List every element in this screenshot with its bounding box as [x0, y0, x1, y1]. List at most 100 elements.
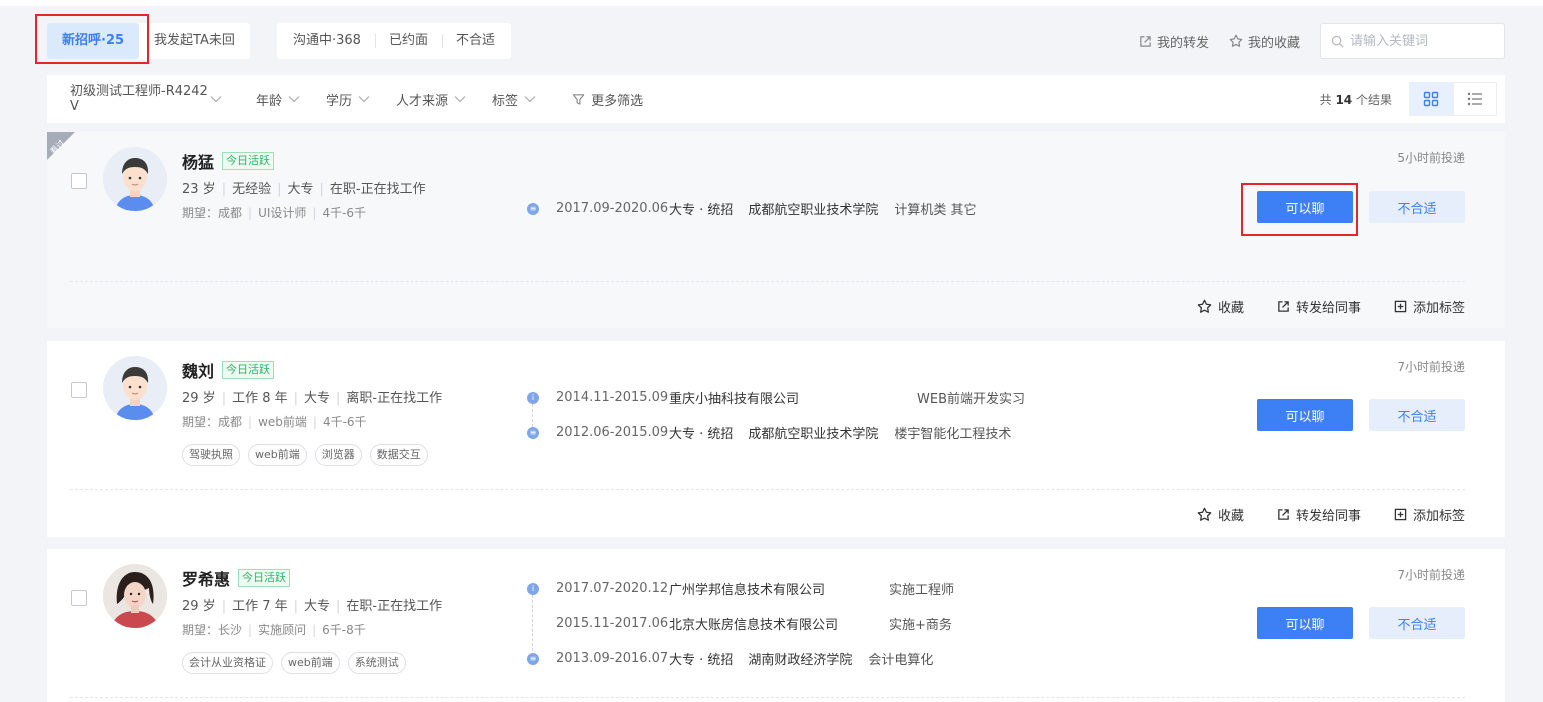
forward-to-colleague-button[interactable]: 转发给同事: [1277, 505, 1361, 524]
add-tag-icon: [1394, 300, 1407, 313]
source-filter[interactable]: 人才来源: [396, 90, 466, 109]
chevron-down-icon: [358, 96, 370, 103]
expect-salary: 4千-6千: [306, 204, 366, 221]
applied-time: 5小时前投递: [1397, 151, 1465, 165]
tag-filter[interactable]: 标签: [492, 90, 536, 109]
view-toggle: [1409, 82, 1497, 116]
education-icon: ≡: [527, 652, 539, 665]
card-actions: 收藏 转发给同事 添加标签: [1164, 297, 1465, 316]
candidate-card: 魏刘 今日活跃 29 岁 工作 8 年 大专 离职-正在找工作 期望：成都 we…: [47, 341, 1505, 537]
reject-button[interactable]: 不合适: [1369, 607, 1465, 639]
filter-bar: 初级测试工程师-R4242V 年龄 学历 人才来源 标签 更多筛选 共 14 个…: [47, 75, 1505, 123]
search-input[interactable]: [1350, 33, 1490, 49]
history-date: 2012.06-2015.09: [556, 425, 669, 440]
job-status: 离职-正在找工作: [330, 387, 442, 406]
avatar-photo: [103, 564, 167, 628]
job-filter-label: 初级测试工程师-R4242V: [70, 84, 208, 114]
history-degree: 大专 · 统招: [669, 653, 734, 668]
source-filter-label: 人才来源: [396, 93, 449, 109]
favorite-button[interactable]: 收藏: [1197, 297, 1244, 316]
my-forwards-link[interactable]: 我的转发: [1139, 32, 1209, 51]
age-filter[interactable]: 年龄: [256, 90, 300, 109]
share-icon: [1278, 509, 1289, 520]
add-tag-label: 添加标签: [1412, 509, 1465, 524]
candidate-expectation: 期望：成都 web前端 4千-6千: [182, 413, 367, 430]
top-strip: [0, 0, 1543, 6]
tag-filter-label: 标签: [492, 93, 519, 109]
skill-tag: 浏览器: [314, 444, 362, 466]
candidate-expectation: 期望：成都 UI设计师 4千-6千: [182, 204, 366, 221]
candidate-info: 29 岁 工作 7 年 大专 在职-正在找工作: [182, 595, 442, 614]
age: 29 岁: [182, 599, 216, 614]
forward-to-colleague-button[interactable]: 转发给同事: [1277, 297, 1361, 316]
history-row-work: 2015.11-2017.06 北京大账房信息技术有限公司: [527, 614, 838, 633]
history-major: 楼宇智能化工程技术: [894, 427, 1012, 442]
my-favorites-link[interactable]: 我的收藏: [1229, 32, 1300, 51]
history-role: 实施+商务: [889, 618, 952, 633]
reject-button[interactable]: 不合适: [1369, 191, 1465, 223]
age: 23 岁: [182, 182, 216, 197]
active-today-badge: 今日活跃: [222, 152, 275, 170]
applied-time: 7小时前投递: [1397, 568, 1465, 582]
favorite-button[interactable]: 收藏: [1197, 505, 1244, 524]
candidate-name[interactable]: 罗希惠: [182, 566, 230, 590]
history-date: 2017.09-2020.06: [556, 201, 669, 216]
result-suffix: 个结果: [1355, 93, 1392, 107]
tab-communicating[interactable]: 沟通中·368: [279, 23, 375, 59]
expect-city: 期望：成都: [182, 415, 243, 429]
chat-button[interactable]: 可以聊: [1257, 399, 1353, 431]
history-degree: 大专 · 统招: [669, 203, 734, 218]
star-icon: [1197, 507, 1212, 521]
recruiter-candidate-page: 新招呼·25 我发起TA未回 沟通中·368 已约面 不合适 我的转发 我的收藏…: [0, 0, 1543, 702]
expect-salary: 4千-6千: [307, 413, 367, 430]
work-icon: i: [527, 391, 539, 404]
forward-label: 转发给同事: [1295, 301, 1361, 316]
skill-tags: 会计从业资格证 web前端 系统测试: [182, 652, 414, 674]
education-icon: ≡: [527, 202, 539, 215]
skill-tag: web前端: [248, 444, 307, 466]
experience: 无经验: [216, 178, 271, 197]
age-filter-label: 年龄: [256, 93, 283, 109]
tab-interview-scheduled[interactable]: 已约面: [374, 23, 442, 59]
candidate-name[interactable]: 杨猛: [182, 149, 214, 173]
tab-unsuitable[interactable]: 不合适: [441, 23, 509, 59]
status-tabs: 沟通中·368 已约面 不合适: [277, 23, 511, 59]
job-status: 在职-正在找工作: [330, 595, 442, 614]
add-tag-button[interactable]: 添加标签: [1394, 505, 1465, 524]
more-filters-label: 更多筛选: [591, 93, 644, 109]
reject-button[interactable]: 不合适: [1369, 399, 1465, 431]
candidate-card: 罗希惠 今日活跃 29 岁 工作 7 年 大专 在职-正在找工作 期望：长沙 实…: [47, 549, 1505, 702]
name-row: 魏刘 今日活跃: [182, 358, 275, 382]
experience: 工作 7 年: [216, 595, 288, 614]
add-tag-button[interactable]: 添加标签: [1394, 297, 1465, 316]
select-checkbox[interactable]: [71, 173, 87, 189]
result-prefix: 共: [1319, 93, 1332, 107]
result-count: 共 14 个结果: [1320, 91, 1392, 108]
tab-initiated-unreplied[interactable]: 我发起TA未回: [139, 23, 250, 59]
chevron-down-icon: [288, 96, 300, 103]
chevron-down-icon: [524, 96, 536, 103]
skill-tag: 数据交互: [369, 444, 428, 466]
avatar: [103, 356, 167, 420]
select-checkbox[interactable]: [71, 590, 87, 606]
avatar: [103, 147, 167, 211]
education-filter[interactable]: 学历: [326, 90, 370, 109]
expect-position: UI设计师: [242, 204, 306, 221]
candidate-name[interactable]: 魏刘: [182, 358, 214, 382]
grid-view-button[interactable]: [1409, 82, 1453, 116]
skill-tags: 驾驶执照 web前端 浏览器 数据交互: [182, 444, 436, 466]
select-checkbox[interactable]: [71, 382, 87, 398]
more-filters-button[interactable]: 更多筛选: [572, 90, 643, 109]
history-major: 会计电算化: [868, 653, 934, 668]
candidate-info: 29 岁 工作 8 年 大专 离职-正在找工作: [182, 387, 442, 406]
list-view-button[interactable]: [1453, 82, 1497, 116]
search-icon: [1331, 35, 1344, 47]
funnel-icon: [572, 93, 585, 105]
job-filter-select[interactable]: 初级测试工程师-R4242V: [70, 84, 232, 114]
education-filter-label: 学历: [326, 93, 353, 109]
search-box: [1320, 23, 1505, 59]
active-today-badge: 今日活跃: [222, 361, 275, 379]
age: 29 岁: [182, 391, 216, 406]
history-company: 重庆小抽科技有限公司: [669, 392, 800, 407]
chat-button[interactable]: 可以聊: [1257, 607, 1353, 639]
